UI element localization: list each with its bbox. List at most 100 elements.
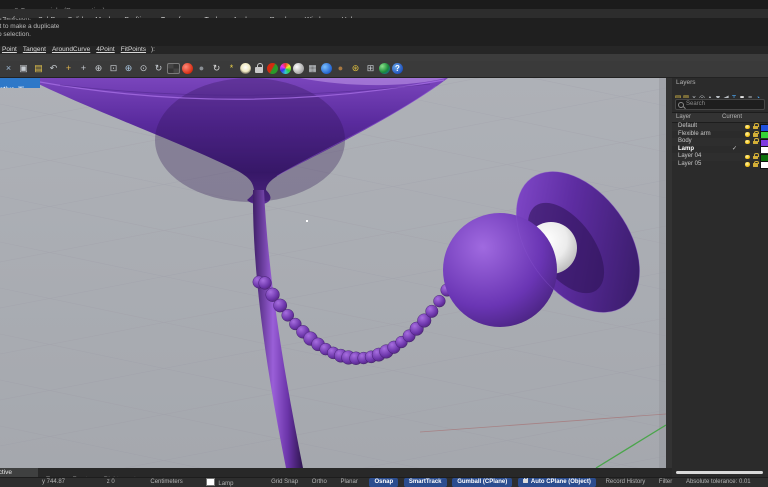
layer-visible-bulb-icon[interactable]: [745, 139, 750, 144]
globe-green-icon[interactable]: [379, 63, 390, 74]
viewport-perspective[interactable]: Perspective▾: [0, 78, 666, 468]
zoom-plus-icon[interactable]: ⊕: [92, 62, 105, 75]
history-icon[interactable]: ↻: [210, 62, 223, 75]
layer-lock-icon[interactable]: [753, 153, 758, 159]
pan-hand-icon[interactable]: +: [62, 62, 75, 75]
prompt-option[interactable]: Point: [2, 46, 17, 54]
command-history: d selection. lt to make a duplicate o se…: [0, 18, 768, 46]
layers-panel: Layers ▤▥×◎▲▼◀T■≡◑ Search Layer Current …: [672, 78, 768, 477]
layer-row-flexible-arm[interactable]: Flexible arm: [672, 131, 768, 139]
toggle-auto-cplane[interactable]: Auto CPlane (Object): [517, 478, 596, 487]
toggle-ortho[interactable]: Ortho: [312, 478, 327, 487]
move-icon[interactable]: +: [77, 62, 90, 75]
render-icon[interactable]: [182, 63, 193, 74]
viewport-layout-icon[interactable]: [167, 63, 180, 74]
list-view-icon[interactable]: ≡: [747, 94, 754, 98]
layer-color-swatch[interactable]: [760, 161, 768, 169]
column-current: Current: [722, 114, 743, 120]
viewport-3d-scene: [0, 78, 666, 468]
menu-bar: SurfaceSubDSolidMeshDraftingTransformToo…: [0, 9, 768, 18]
coordinate-y: y 744.87: [42, 479, 66, 485]
viewport-menu-arrow-icon[interactable]: ▾: [17, 86, 24, 88]
layout-icon[interactable]: ⊞: [364, 62, 377, 75]
material-icon[interactable]: [267, 63, 278, 74]
copy-icon[interactable]: ▣: [17, 62, 30, 75]
toolbar-tab-row: Set ViewDisplaySelectViewport LayoutVisi…: [0, 54, 768, 61]
delete-layer-icon[interactable]: ×: [691, 94, 698, 98]
layer-row-default[interactable]: Default: [672, 123, 768, 132]
prompt-option[interactable]: Tangent: [23, 46, 46, 54]
earth-icon[interactable]: [321, 63, 332, 74]
current-layer-chip[interactable]: Lamp: [206, 478, 233, 487]
render-preview-icon[interactable]: ●: [195, 62, 208, 75]
zoom-extents-icon[interactable]: ⊙: [137, 62, 150, 75]
bulb-icon[interactable]: [240, 63, 251, 74]
layer-lock-icon[interactable]: [753, 138, 758, 144]
texture-icon[interactable]: ▦: [306, 62, 319, 75]
toggle-osnap[interactable]: Osnap: [369, 478, 399, 487]
toggle-planar[interactable]: Planar: [340, 478, 357, 487]
paste-icon[interactable]: ▤: [32, 62, 45, 75]
history-line: lt to make a duplicate: [0, 23, 60, 30]
layers-search-input[interactable]: Search: [675, 99, 765, 110]
match-layer-icon[interactable]: ◎: [699, 94, 706, 98]
layer-visible-bulb-icon[interactable]: [745, 124, 750, 129]
prompt-option[interactable]: AroundCurve: [52, 46, 90, 54]
status-bar: y 744.87 z 0 Centimeters Lamp Grid Snap …: [0, 477, 768, 487]
layer-row-layer04[interactable]: Layer 04: [672, 153, 768, 162]
layer-lock-icon[interactable]: [753, 130, 758, 137]
rhino-app-window: Rhinoceros 8 Commercial - (Perspective) …: [0, 0, 768, 487]
help-icon[interactable]: ?: [392, 63, 403, 74]
panel-horizontal-scrollbar[interactable]: [676, 470, 763, 474]
zoom-window-icon[interactable]: ⊡: [107, 62, 120, 75]
cut-icon[interactable]: ×: [2, 62, 15, 75]
history-line: o selection.: [0, 31, 31, 38]
layer-chip-swatch: [206, 478, 216, 486]
viewport-tabs-bar: PerspectiveTopFrontRight+: [0, 468, 672, 477]
layers-panel-title: Layers: [676, 79, 696, 86]
history-line: d selection.: [0, 18, 31, 22]
command-prompt[interactable]: Point Tangent AroundCurve 4Point FitPoints):: [0, 46, 768, 54]
layer-row-layer05[interactable]: Layer 05: [672, 161, 768, 169]
viewport-title: Perspective: [0, 85, 15, 88]
layer-visible-bulb-icon[interactable]: [745, 154, 750, 159]
layer-row-body[interactable]: Body: [672, 138, 768, 147]
prompt-option[interactable]: 4Point: [96, 46, 114, 54]
panel-menu-icon[interactable]: ◑: [755, 94, 762, 98]
prompt-option[interactable]: FitPoints: [121, 46, 146, 54]
layer-visible-bulb-icon[interactable]: [745, 132, 750, 137]
layer-visible-bulb-icon[interactable]: [745, 162, 750, 167]
rotate-view-icon[interactable]: ↻: [152, 62, 165, 75]
layer-lock-icon[interactable]: [753, 160, 758, 167]
package-icon[interactable]: ●: [334, 62, 347, 75]
toggle-smarttrack[interactable]: SmartTrack: [403, 478, 447, 487]
record-history-button[interactable]: Record History: [606, 478, 646, 487]
current-layer-check-icon: ✓: [732, 145, 738, 152]
annotate-icon[interactable]: *: [225, 62, 238, 75]
units-label[interactable]: Centimeters: [150, 478, 182, 487]
color-wheel-icon[interactable]: [280, 63, 291, 74]
gears-icon[interactable]: ⊛: [349, 62, 362, 75]
zoom-dynamic-icon[interactable]: ⊕: [122, 62, 135, 75]
new-layer-icon[interactable]: ▤: [675, 94, 682, 98]
filter-button[interactable]: Filter: [659, 478, 672, 487]
viewport-title-tab[interactable]: Perspective▾: [0, 78, 40, 88]
toggle-gumball[interactable]: Gumball (CPlane): [452, 478, 513, 487]
swatch-icon[interactable]: ■: [739, 94, 746, 98]
move-up-icon[interactable]: ▲: [707, 94, 714, 98]
lock-icon[interactable]: [255, 63, 263, 73]
new-sublayer-icon[interactable]: ▥: [683, 94, 690, 98]
expand-icon[interactable]: ◀: [723, 94, 730, 98]
tab-perspective[interactable]: Perspective: [0, 468, 38, 477]
toggle-grid-snap[interactable]: Grid Snap: [271, 478, 298, 487]
move-down-icon[interactable]: ▼: [715, 94, 722, 98]
sphere-icon[interactable]: [293, 63, 304, 74]
title-bar: Rhinoceros 8 Commercial - (Perspective): [0, 0, 768, 9]
lock-icon: [522, 478, 529, 483]
control-point: [306, 220, 308, 222]
search-icon: [678, 102, 684, 108]
layer-lock-icon[interactable]: [753, 123, 758, 129]
undo-icon[interactable]: ↶: [47, 62, 60, 75]
layer-row-lamp[interactable]: Lamp ✓: [672, 146, 768, 154]
filter-icon[interactable]: T: [731, 94, 738, 98]
